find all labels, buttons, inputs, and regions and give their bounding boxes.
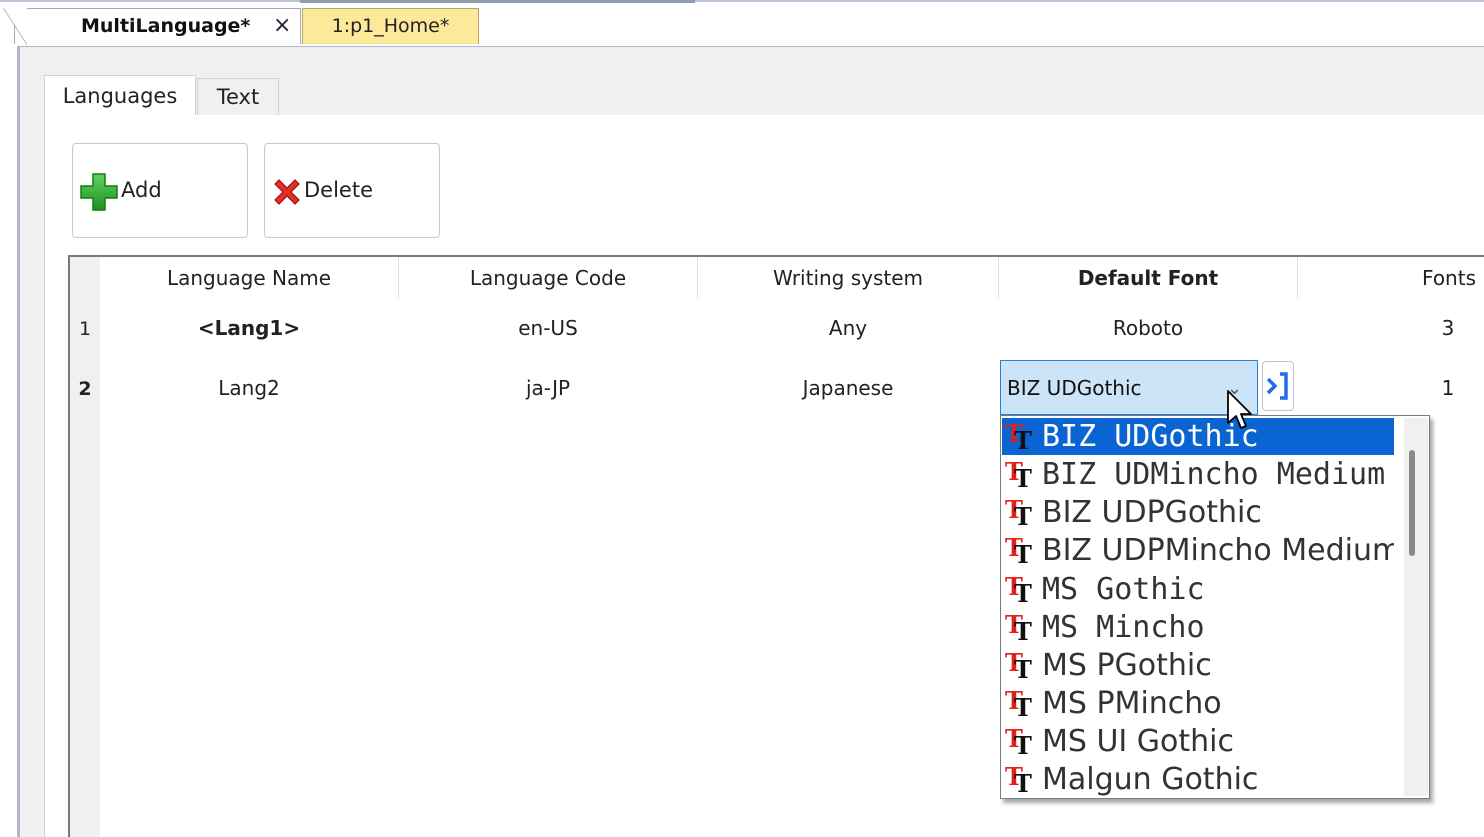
truetype-font-icon: TT (1005, 688, 1032, 718)
doc-tab-label: 1:p1_Home* (331, 15, 450, 37)
dropdown-scrollbar[interactable] (1404, 418, 1428, 796)
row-number-column (70, 257, 100, 837)
font-list-item[interactable]: T T MS PMincho (1002, 685, 1394, 722)
default-font-combobox[interactable]: BIZ UDGothic ⌄ (1000, 360, 1258, 415)
doc-tab-label: MultiLanguage* (81, 15, 251, 37)
font-list-item[interactable]: T T MS PGothic (1002, 647, 1394, 684)
add-icon (80, 173, 118, 211)
truetype-font-icon: TT (1005, 459, 1032, 489)
cell-language-name[interactable]: Lang2 (100, 376, 398, 400)
font-list-item-label: BIZ UDPMincho Medium (1042, 533, 1394, 568)
delete-button[interactable]: Delete (264, 143, 440, 238)
add-button[interactable]: Add (72, 143, 248, 238)
svg-text:T: T (1014, 540, 1032, 565)
svg-text:T: T (1014, 769, 1032, 794)
truetype-font-icon: TT (1005, 497, 1032, 527)
add-button-label: Add (121, 178, 162, 202)
font-list-item[interactable]: T T BIZ UDGothic (1002, 418, 1394, 455)
font-list-item-label: MS PGothic (1042, 648, 1212, 683)
dropdown-scrollbar-thumb[interactable] (1409, 450, 1415, 556)
tab-languages[interactable]: Languages (44, 75, 196, 116)
svg-text:T: T (1014, 731, 1032, 756)
truetype-font-icon: TT (1005, 650, 1032, 680)
truetype-font-icon: TT (1005, 574, 1032, 604)
tab-text[interactable]: Text (197, 78, 279, 115)
font-list-item[interactable]: T T MS Gothic (1002, 571, 1394, 608)
truetype-font-icon: TT (1005, 726, 1032, 756)
svg-text:T: T (1014, 464, 1032, 489)
truetype-font-icon: TT (1005, 764, 1032, 794)
svg-text:T: T (1014, 655, 1032, 680)
doc-tab-p1-home[interactable]: 1:p1_Home* (302, 8, 479, 44)
svg-text:T: T (1014, 426, 1032, 451)
cell-writing-system[interactable]: Japanese (698, 376, 998, 400)
navigate-icon (1266, 372, 1288, 400)
font-list-item-label: Malgun Gothic (1042, 762, 1259, 797)
delete-button-label: Delete (304, 178, 373, 202)
cell-fonts-count[interactable]: 1 (1298, 376, 1484, 400)
font-list-item[interactable]: T T BIZ UDPMincho Medium (1002, 532, 1394, 569)
truetype-font-icon: TT (1005, 421, 1032, 451)
svg-text:T: T (1014, 693, 1032, 718)
header-fonts[interactable]: Fonts (1298, 257, 1484, 299)
font-list-item[interactable]: T T BIZ UDMincho Medium (1002, 456, 1394, 493)
tab-strip-border-accent (300, 0, 695, 3)
font-list-item-label: MS UI Gothic (1042, 724, 1235, 759)
mouse-cursor-icon (1227, 390, 1252, 429)
font-list-item-label: MS Mincho (1042, 610, 1205, 645)
font-list-item-label: BIZ UDMincho Medium (1042, 457, 1386, 492)
header-writing-system[interactable]: Writing system (698, 257, 998, 299)
font-list-item-label: MS Gothic (1042, 572, 1205, 607)
go-to-font-button[interactable] (1262, 361, 1294, 411)
doc-tab-multilanguage[interactable]: MultiLanguage* × (3, 8, 301, 45)
svg-text:T: T (1014, 579, 1032, 604)
truetype-font-icon: TT (1005, 535, 1032, 565)
combobox-value: BIZ UDGothic (1007, 376, 1142, 400)
truetype-font-icon: TT (1005, 612, 1032, 642)
font-list-item[interactable]: T T BIZ UDPGothic (1002, 494, 1394, 531)
svg-text:T: T (1014, 502, 1032, 527)
close-icon[interactable]: × (273, 9, 291, 43)
svg-text:T: T (1014, 617, 1032, 642)
cell-writing-system[interactable]: Any (698, 316, 998, 340)
cell-language-name[interactable]: <Lang1> (100, 316, 398, 340)
cell-language-code[interactable]: ja-JP (399, 376, 697, 400)
cell-default-font[interactable]: Roboto (999, 316, 1297, 340)
row-number: 1 (78, 318, 92, 340)
header-language-code[interactable]: Language Code (399, 257, 697, 299)
font-list-item-label: BIZ UDPGothic (1042, 495, 1262, 530)
font-list-item[interactable]: T T Malgun Gothic (1002, 761, 1394, 798)
row-number: 2 (78, 378, 92, 400)
cell-fonts-count[interactable]: 3 (1298, 316, 1484, 340)
document-tab-strip: MultiLanguage* × 1:p1_Home* (0, 0, 1484, 48)
tab-strip-border (0, 0, 1484, 2)
header-language-name[interactable]: Language Name (100, 257, 398, 299)
header-default-font[interactable]: Default Font (999, 257, 1297, 299)
cell-language-code[interactable]: en-US (399, 316, 697, 340)
font-list-item-label: MS PMincho (1042, 686, 1222, 721)
font-list-item[interactable]: T T MS UI Gothic (1002, 723, 1394, 760)
font-list-item[interactable]: T T MS Mincho (1002, 609, 1394, 646)
delete-icon (274, 179, 300, 205)
